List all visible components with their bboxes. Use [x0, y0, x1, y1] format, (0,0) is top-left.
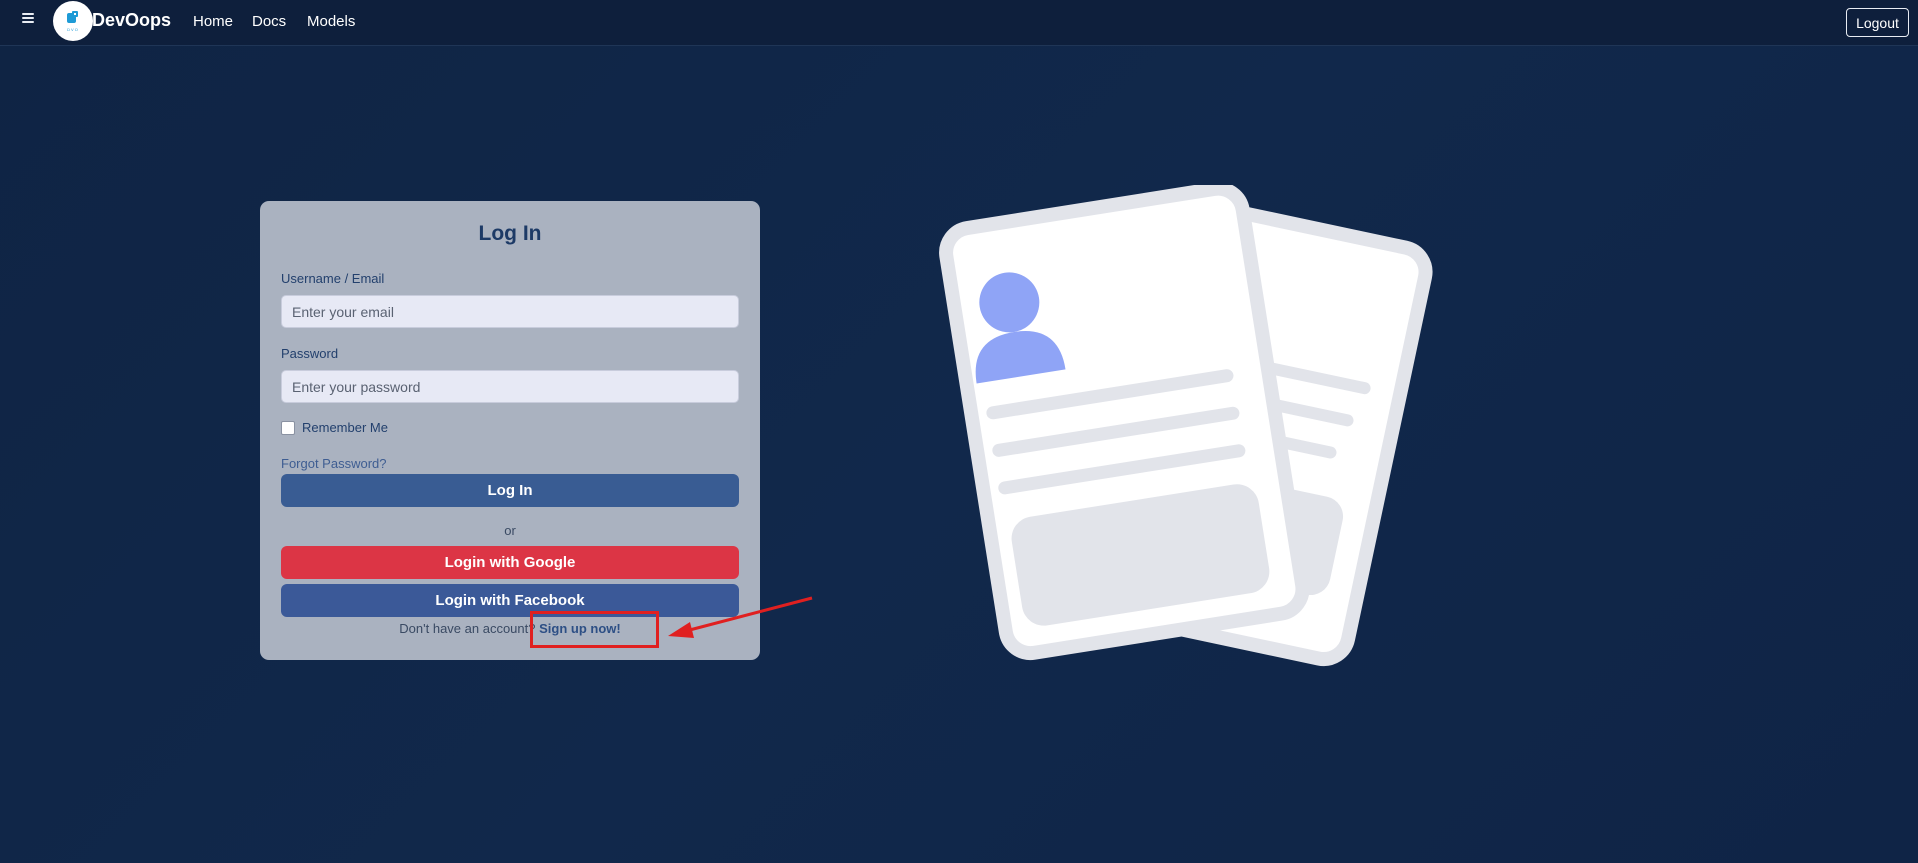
- username-input[interactable]: [281, 295, 739, 328]
- password-input[interactable]: [281, 370, 739, 403]
- nav-link-docs[interactable]: Docs: [252, 13, 286, 30]
- remember-me-checkbox[interactable]: [281, 420, 295, 435]
- hamburger-menu-icon[interactable]: [22, 12, 34, 24]
- login-title: Log In: [478, 222, 542, 245]
- annotation-highlight-box: [530, 611, 659, 648]
- remember-me-row: Remember Me: [281, 420, 388, 435]
- annotation-arrow-icon: [668, 596, 813, 638]
- top-navbar: DVO DevOops Home Docs Models Logout: [0, 0, 1918, 46]
- document-profile-illustration: [939, 185, 1433, 667]
- signup-prompt: Don't have an account?: [399, 621, 540, 636]
- password-label: Password: [281, 346, 339, 361]
- logout-button[interactable]: Logout: [1846, 8, 1909, 37]
- remember-me-label[interactable]: Remember Me: [302, 420, 388, 435]
- or-divider: or: [504, 523, 516, 538]
- login-button[interactable]: Log In: [281, 474, 739, 507]
- google-login-button[interactable]: Login with Google: [281, 546, 739, 579]
- username-label: Username / Email: [281, 271, 385, 286]
- nav-link-models[interactable]: Models: [307, 13, 355, 30]
- nav-link-home[interactable]: Home: [193, 13, 233, 30]
- logo-icon[interactable]: DVO: [53, 1, 93, 41]
- forgot-password-link[interactable]: Forgot Password?: [281, 456, 387, 471]
- brand-name[interactable]: DevOops: [92, 10, 171, 31]
